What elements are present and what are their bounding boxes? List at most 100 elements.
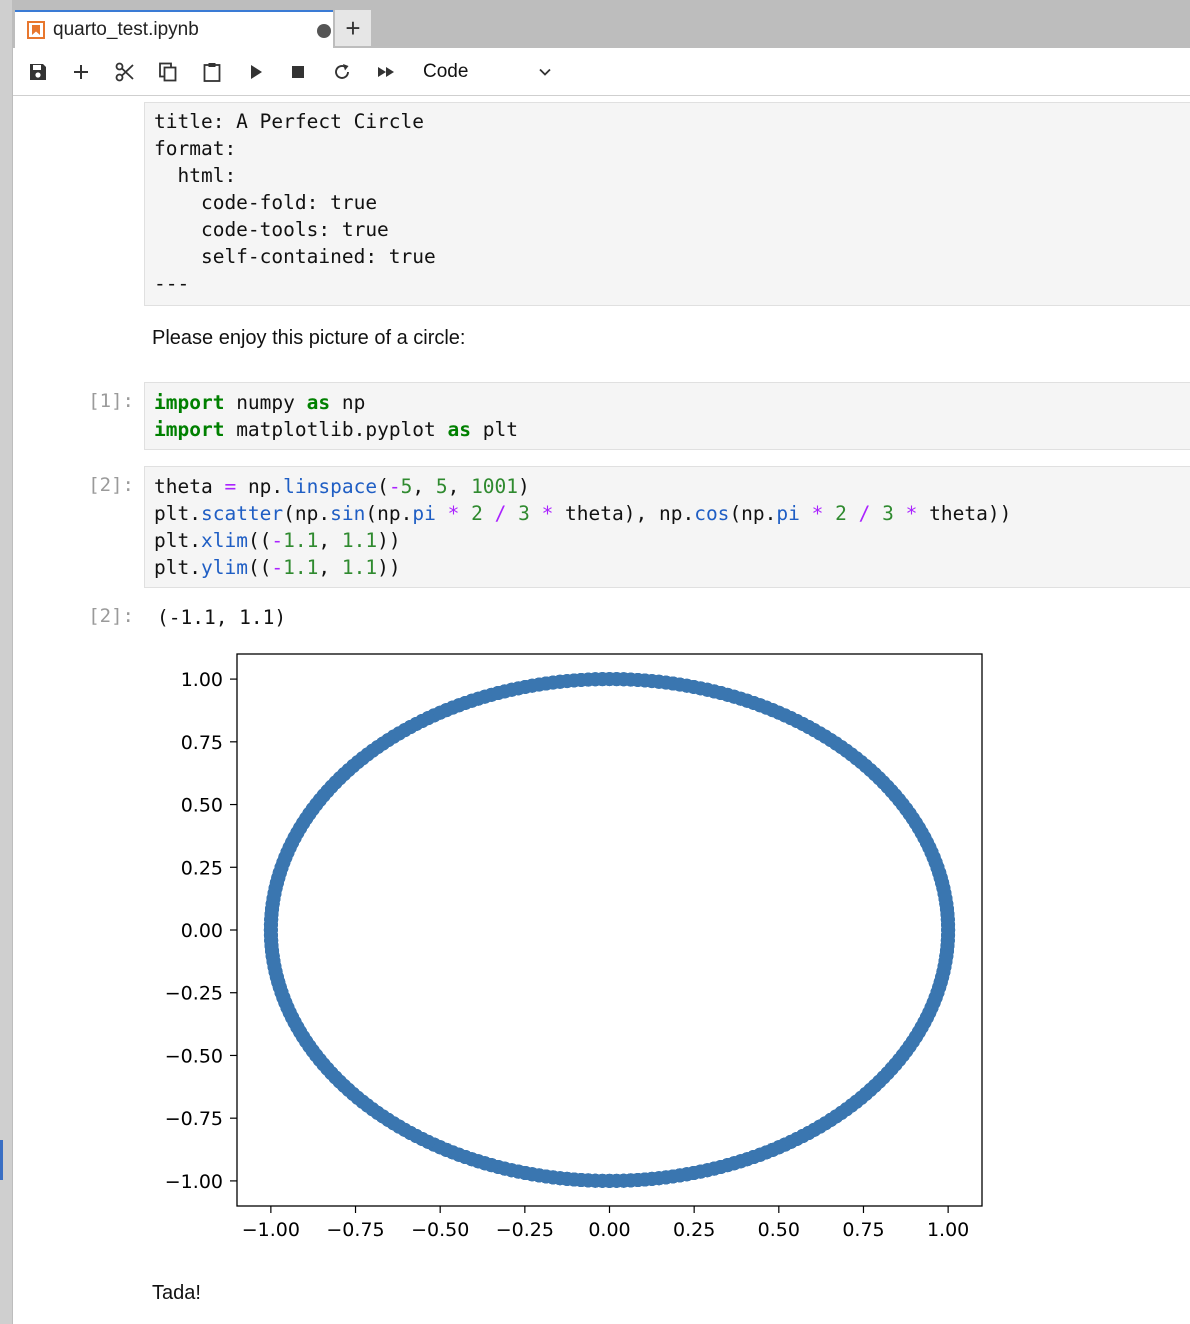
output-prompt-2: [2]: bbox=[88, 605, 134, 627]
plus-icon: + bbox=[345, 13, 361, 43]
code-token: np. bbox=[236, 475, 284, 498]
restart-button[interactable] bbox=[330, 60, 354, 84]
notebook-icon bbox=[27, 21, 45, 39]
code-token: ylim bbox=[200, 556, 248, 579]
interrupt-button[interactable] bbox=[286, 60, 310, 84]
code-token: scatter bbox=[200, 502, 284, 525]
code-token: xlim bbox=[200, 529, 248, 552]
code-token: / bbox=[858, 502, 871, 525]
code-token: plt. bbox=[154, 529, 201, 552]
markdown-cell-tada[interactable]: Tada! bbox=[152, 1282, 201, 1305]
code-token: 1001 bbox=[471, 475, 519, 498]
code-cell-2[interactable]: theta = np.linspace(-5, 5, 1001) plt.sca… bbox=[144, 466, 1190, 588]
scissors-icon bbox=[115, 62, 134, 82]
code-token: linspace bbox=[283, 475, 378, 498]
tab-label: quarto_test.ipynb bbox=[53, 19, 199, 40]
raw-line: --- bbox=[154, 272, 190, 295]
scatter-plot: −1.00 −0.75 −0.50 −0.25 0.00 0.25 0.50 0.75 1.00… bbox=[165, 653, 983, 1241]
code-token: (np. bbox=[729, 502, 777, 525]
code-cell-1[interactable]: import numpy as np import matplotlib.pyp… bbox=[144, 382, 1190, 450]
x-tick-label: −1.00 bbox=[242, 1219, 300, 1241]
code-token: import bbox=[154, 391, 225, 414]
code-token: * bbox=[541, 502, 554, 525]
code-token: 1.1 bbox=[283, 556, 319, 579]
y-tick-label: 0.00 bbox=[181, 920, 223, 942]
y-tick-label: −0.50 bbox=[165, 1045, 223, 1067]
raw-cell-content[interactable]: title: A Perfect Circle format: html: co… bbox=[145, 103, 1190, 297]
raw-line: self-contained: true bbox=[154, 245, 436, 268]
code-token: , bbox=[447, 475, 472, 498]
code-token: 5 bbox=[435, 475, 448, 498]
add-cell-button[interactable] bbox=[69, 60, 93, 84]
code-token: * bbox=[447, 502, 460, 525]
markdown-cell-intro[interactable]: Please enjoy this picture of a circle: bbox=[152, 327, 466, 350]
run-all-button[interactable] bbox=[374, 60, 398, 84]
code-token: ( bbox=[377, 475, 389, 498]
y-tick-label: 0.25 bbox=[181, 857, 223, 879]
code-token: * bbox=[811, 502, 824, 525]
code-cell-2-source[interactable]: theta = np.linspace(-5, 5, 1001) plt.sca… bbox=[145, 467, 1190, 581]
paste-icon bbox=[203, 63, 221, 82]
copy-icon bbox=[159, 62, 177, 82]
code-token: as bbox=[447, 418, 471, 441]
code-token: ) bbox=[518, 475, 530, 498]
y-tick-label: 1.00 bbox=[181, 669, 223, 691]
cell-type-dropdown[interactable]: Code bbox=[423, 58, 553, 86]
code-token: 1.1 bbox=[341, 529, 378, 552]
y-tick-label: −0.25 bbox=[165, 983, 223, 1005]
notebook-toolbar: Code bbox=[13, 48, 1190, 96]
code-token: import bbox=[154, 418, 225, 441]
code-token: plt. bbox=[154, 556, 201, 579]
run-icon bbox=[251, 65, 262, 79]
paste-button[interactable] bbox=[200, 60, 224, 84]
x-tick-label: 1.00 bbox=[927, 1219, 969, 1241]
code-token: , bbox=[318, 556, 342, 579]
code-token: 5 bbox=[400, 475, 413, 498]
code-token: plt bbox=[471, 418, 518, 441]
code-token: = bbox=[224, 475, 237, 498]
code-token: numpy bbox=[224, 391, 307, 414]
run-button[interactable] bbox=[244, 60, 268, 84]
code-cell-1-source[interactable]: import numpy as np import matplotlib.pyp… bbox=[145, 383, 1190, 443]
code-token: theta)) bbox=[917, 502, 1012, 525]
code-token: 3 bbox=[882, 502, 894, 525]
tab-bar: quarto_test.ipynb + bbox=[13, 0, 1190, 48]
code-token: , bbox=[318, 529, 342, 552]
scatter-point bbox=[309, 1048, 324, 1063]
x-tick-label: 0.00 bbox=[588, 1219, 630, 1241]
code-token: 1.1 bbox=[283, 529, 319, 552]
raw-line: html: bbox=[154, 164, 237, 187]
new-tab-button[interactable]: + bbox=[335, 10, 371, 46]
code-token: pi bbox=[776, 502, 800, 525]
copy-button[interactable] bbox=[156, 60, 180, 84]
notebook-tab[interactable]: quarto_test.ipynb bbox=[15, 10, 333, 48]
save-icon bbox=[30, 64, 46, 80]
code-token: - bbox=[388, 475, 401, 498]
unsaved-dot-icon[interactable] bbox=[317, 24, 331, 38]
x-tick-label: −0.50 bbox=[411, 1219, 469, 1241]
save-button[interactable] bbox=[26, 60, 50, 84]
input-prompt-1: [1]: bbox=[88, 390, 134, 412]
y-tick-label: −1.00 bbox=[165, 1171, 223, 1193]
restart-icon bbox=[335, 64, 349, 79]
y-tick-label: 0.50 bbox=[181, 795, 223, 817]
code-token: plt. bbox=[154, 502, 201, 525]
raw-line: code-fold: true bbox=[154, 191, 378, 214]
edge-indicator bbox=[0, 1140, 3, 1180]
code-token: )) bbox=[377, 529, 401, 552]
raw-line: title: A Perfect Circle bbox=[154, 110, 425, 133]
fast-forward-icon bbox=[378, 67, 394, 77]
cut-button[interactable] bbox=[113, 60, 137, 84]
raw-cell[interactable]: title: A Perfect Circle format: html: co… bbox=[144, 102, 1190, 306]
stop-icon bbox=[292, 66, 304, 78]
code-token: np bbox=[330, 391, 366, 414]
x-tick-label: 0.75 bbox=[842, 1219, 884, 1241]
